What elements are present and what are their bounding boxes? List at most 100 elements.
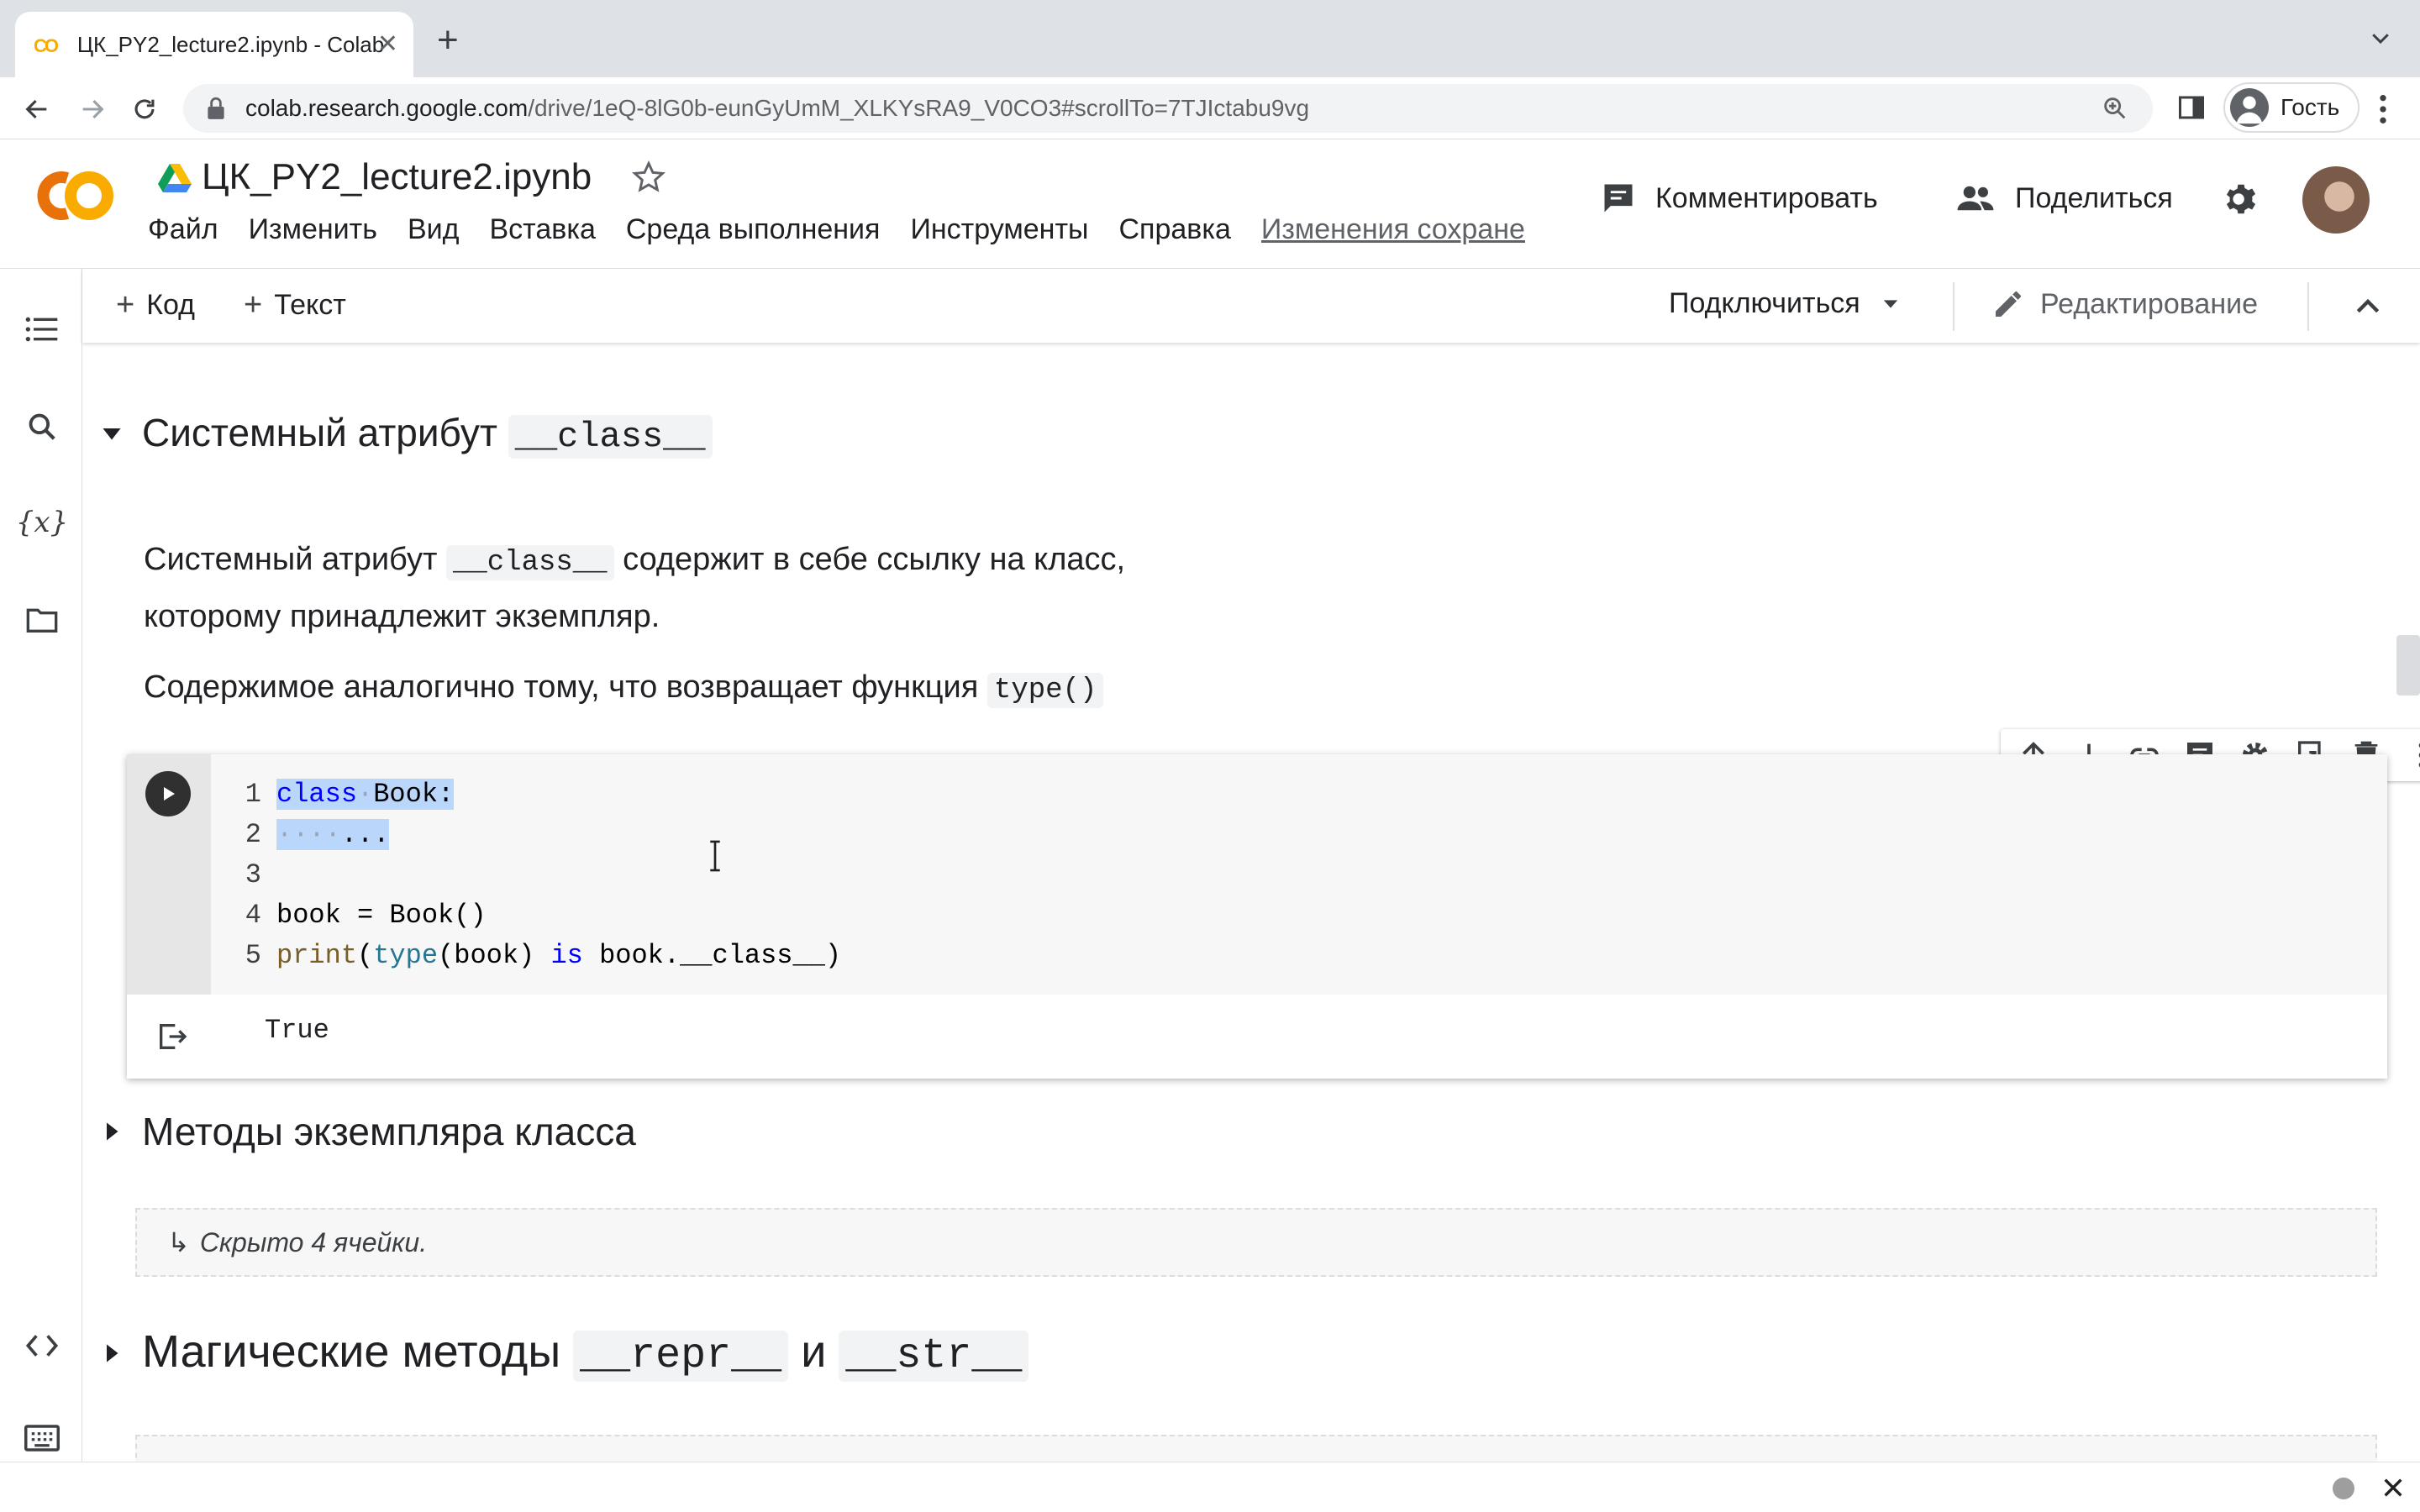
share-button[interactable]: Поделиться <box>1954 171 2173 225</box>
colab-favicon-icon: CO <box>34 35 59 56</box>
side-panel-icon[interactable] <box>2176 92 2207 123</box>
collapse-header-chevron-up-icon[interactable] <box>2351 289 2385 323</box>
code-line: 1 class·Book: <box>245 779 455 810</box>
plus-icon: + <box>244 287 263 323</box>
browser-tab-bar: CO ЦК_PY2_lecture2.ipynb - Colab ✕ + <box>0 0 2420 77</box>
menu-help[interactable]: Справка <box>1118 213 1230 246</box>
hidden-cells-notice[interactable] <box>135 1435 2377 1462</box>
tab-title: ЦК_PY2_lecture2.ipynb - Colab <box>76 31 385 57</box>
notebook-toolbar: + Код + Текст Подключиться Редактировани… <box>82 269 2420 343</box>
pencil-icon <box>1996 291 2021 317</box>
lock-icon <box>208 97 224 119</box>
collapse-caret-down-icon[interactable] <box>97 418 127 449</box>
text-cursor-icon <box>710 840 720 872</box>
toolbar-divider <box>2307 282 2309 331</box>
hidden-cells-notice[interactable]: ↳ Скрыто 4 ячейки. <box>135 1208 2377 1277</box>
command-palette-icon[interactable] <box>24 1420 60 1457</box>
doc-title-row: ЦК_PY2_lecture2.ipynb <box>158 153 667 202</box>
cell-gutter <box>127 754 211 995</box>
code-editor[interactable]: 1 class·Book: 2 ····... 3 4 book = Book() 5… <box>211 754 2387 995</box>
add-text-label: Текст <box>274 289 346 321</box>
hidden-cells-label: Скрыто 4 ячейки. <box>199 1226 428 1257</box>
editing-mode-button[interactable]: Редактирование <box>1991 287 2258 321</box>
section-title: Магические методы __repr__ и __str__ <box>142 1326 1029 1382</box>
scrollbar-thumb[interactable] <box>2396 635 2420 696</box>
comment-icon <box>1604 184 1633 213</box>
colab-logo-icon[interactable] <box>30 166 118 225</box>
menu-edit[interactable]: Изменить <box>249 213 377 246</box>
variables-icon[interactable]: {x} <box>16 504 68 541</box>
menu-view[interactable]: Вид <box>408 213 460 246</box>
connect-runtime-button[interactable]: Подключиться <box>1669 287 1902 320</box>
user-avatar[interactable] <box>2302 166 2370 234</box>
section-heading-magic-methods[interactable]: Магические методы __repr__ и __str__ <box>97 1326 1029 1382</box>
search-icon[interactable] <box>24 408 60 445</box>
play-icon <box>164 787 175 801</box>
comment-button[interactable]: Комментировать <box>1600 171 1878 225</box>
plus-icon: + <box>116 287 135 323</box>
section-heading-instance-methods[interactable]: Методы экземпляра класса <box>97 1109 636 1154</box>
code-line: 3 <box>245 859 261 890</box>
comment-label: Комментировать <box>1655 181 1878 214</box>
text-paragraph: которому принадлежит экземпляр. <box>144 599 660 634</box>
browser-address-bar: colab.research.google.com/drive/1eQ-8lG0… <box>0 77 2420 139</box>
guest-avatar-icon <box>2230 88 2269 127</box>
table-of-contents-icon[interactable] <box>24 311 60 348</box>
reload-icon[interactable] <box>128 92 161 126</box>
notebook-title[interactable]: ЦК_PY2_lecture2.ipynb <box>202 156 592 198</box>
editing-label: Редактирование <box>2040 287 2259 320</box>
close-icon[interactable] <box>2380 1474 2407 1501</box>
menu-bar: Файл Изменить Вид Вставка Среда выполнен… <box>148 213 1555 246</box>
cell-output: True <box>127 995 2387 1079</box>
code-line: 4 book = Book() <box>245 900 487 931</box>
share-label: Поделиться <box>2015 181 2173 214</box>
menu-insert[interactable]: Вставка <box>489 213 595 246</box>
text-paragraph: Содержимое аналогично тому, что возвраща… <box>144 660 1125 717</box>
add-text-cell-button[interactable]: + Текст <box>244 287 346 323</box>
left-sidebar: {x} <box>0 269 82 1462</box>
code-line: 2 ····... <box>245 819 390 850</box>
text-paragraph: Системный атрибут __class__ содержит в с… <box>144 542 1126 580</box>
back-icon[interactable] <box>20 92 54 126</box>
run-cell-button[interactable] <box>145 771 191 816</box>
browser-tab[interactable]: CO ЦК_PY2_lecture2.ipynb - Colab ✕ <box>15 12 413 77</box>
toolbar-divider <box>1953 282 1954 331</box>
profile-button[interactable]: Гость <box>2223 82 2360 133</box>
output-text: True <box>265 1015 329 1046</box>
dropdown-arrow-icon <box>1883 299 1897 308</box>
connect-label: Подключиться <box>1669 287 1860 319</box>
notebook-content: Системный атрибут __class__ Системный ат… <box>83 343 2420 1462</box>
changes-saved-link[interactable]: Изменения сохранены <box>1261 213 1525 246</box>
url-text: colab.research.google.com/drive/1eQ-8lG0… <box>245 95 1310 121</box>
google-drive-icon[interactable] <box>158 162 192 192</box>
settings-gear-icon[interactable] <box>2222 180 2260 218</box>
section-heading-class-attr[interactable]: Системный атрибут __class__ <box>97 410 713 459</box>
people-icon <box>1957 186 1994 211</box>
code-snippets-icon[interactable] <box>24 1327 60 1364</box>
status-bar <box>0 1462 2420 1512</box>
code-cell[interactable]: 1 class·Book: 2 ····... 3 4 book = Book() 5… <box>127 754 2387 1079</box>
tab-close-icon[interactable]: ✕ <box>377 32 398 57</box>
text-cell[interactable]: Системный атрибут __class__ содержит в с… <box>144 533 1125 717</box>
more-options-icon[interactable] <box>2405 738 2420 772</box>
add-code-cell-button[interactable]: + Код <box>116 287 195 323</box>
menu-file[interactable]: Файл <box>148 213 218 246</box>
code-line: 5 print(type(book) is book.__class__) <box>245 940 842 971</box>
section-title: Системный атрибут __class__ <box>142 410 713 459</box>
tab-search-chevron-icon[interactable] <box>2368 25 2393 50</box>
expand-caret-right-icon[interactable] <box>97 1338 127 1368</box>
star-icon[interactable] <box>630 159 667 196</box>
forward-icon[interactable] <box>76 92 109 126</box>
new-tab-icon[interactable]: + <box>437 22 459 59</box>
menu-tools[interactable]: Инструменты <box>910 213 1088 246</box>
add-code-label: Код <box>146 289 196 321</box>
menu-runtime[interactable]: Среда выполнения <box>626 213 881 246</box>
expand-caret-right-icon[interactable] <box>97 1116 127 1147</box>
browser-menu-icon[interactable] <box>2375 92 2391 126</box>
profile-label: Гость <box>2281 94 2340 120</box>
zoom-icon[interactable] <box>2101 94 2129 123</box>
output-clear-icon[interactable] <box>155 1020 189 1053</box>
files-folder-icon[interactable] <box>24 601 60 638</box>
runtime-status-dot-icon <box>2333 1478 2354 1499</box>
url-omnibox[interactable]: colab.research.google.com/drive/1eQ-8lG0… <box>183 84 2153 133</box>
